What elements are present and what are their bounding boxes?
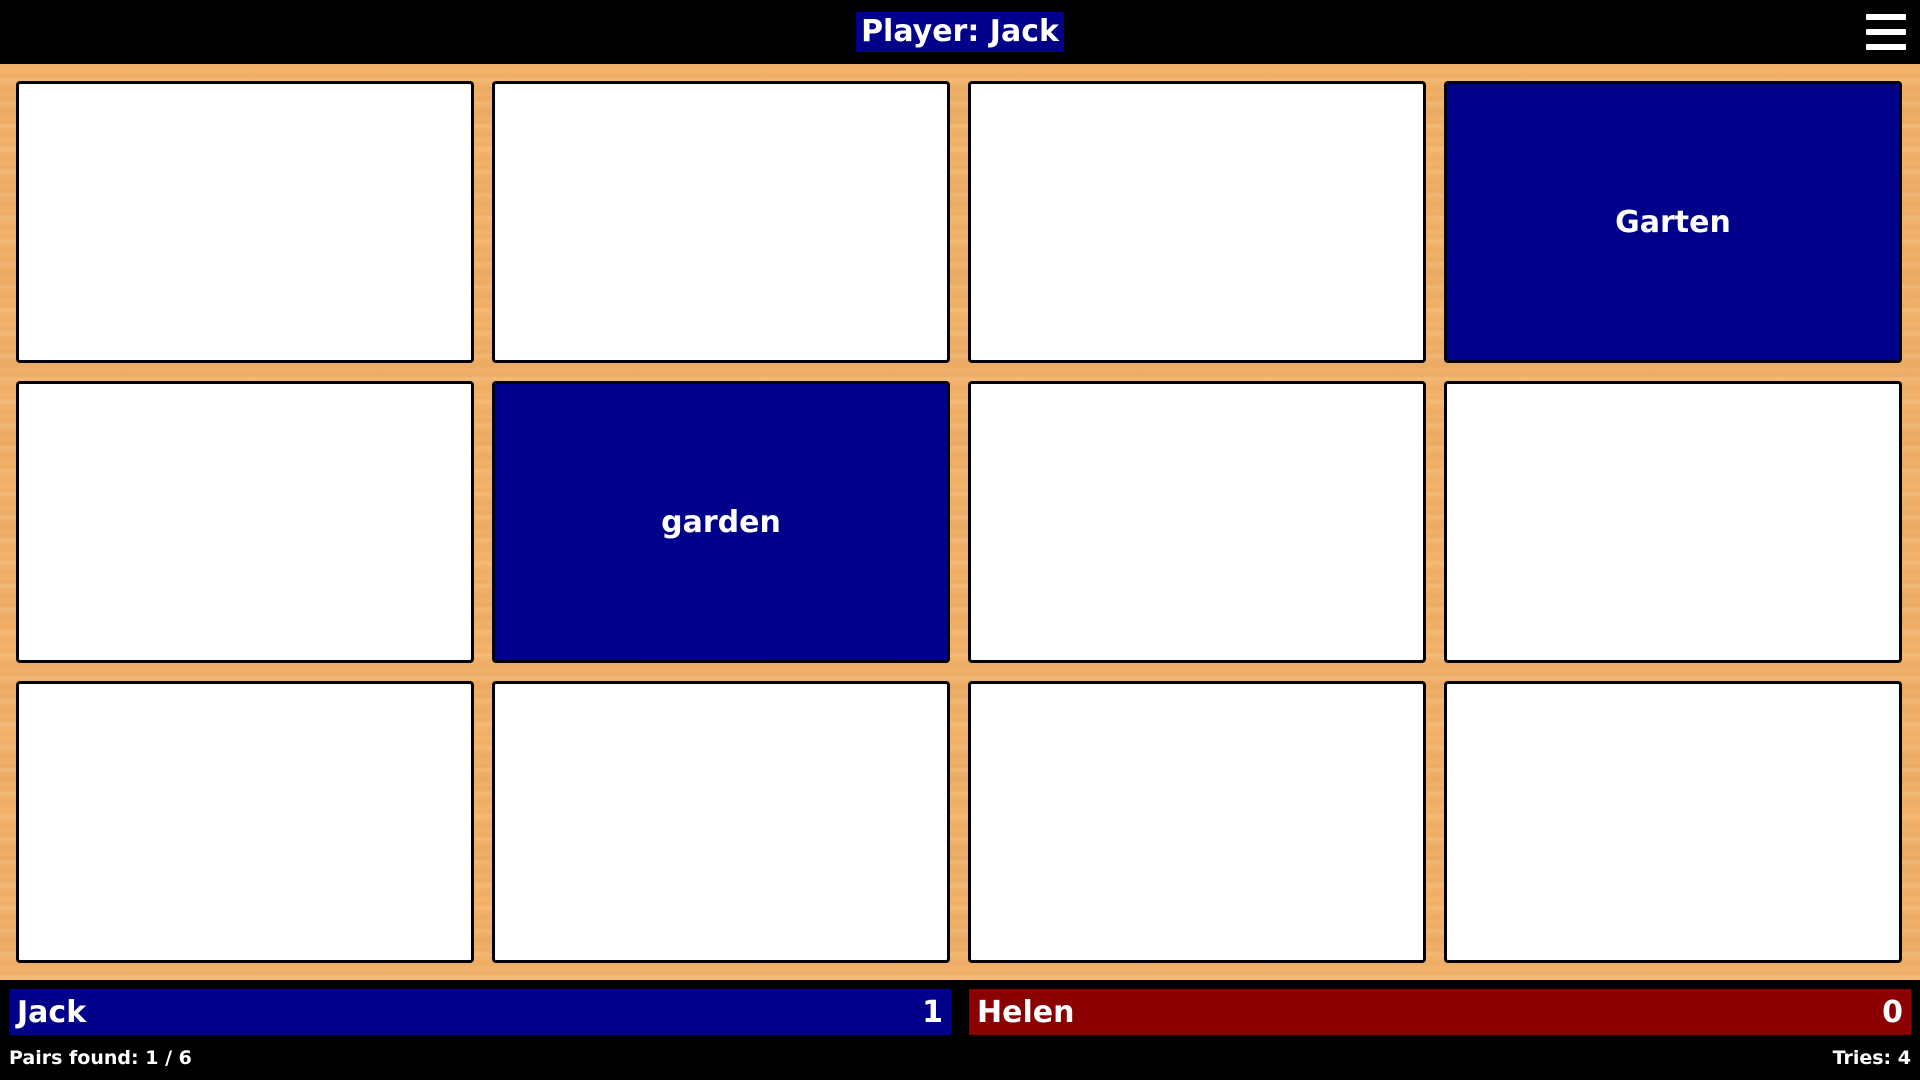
player1-name: Jack — [17, 994, 87, 1030]
memory-card[interactable] — [16, 681, 474, 963]
player2-name: Helen — [977, 994, 1075, 1030]
current-player-title: Player: Jack — [856, 12, 1064, 52]
card-text: Garten — [1615, 204, 1731, 240]
memory-card[interactable] — [968, 381, 1426, 663]
memory-card[interactable]: Garten — [1444, 81, 1902, 363]
memory-card[interactable] — [16, 381, 474, 663]
player1-score-bar: Jack 1 — [9, 989, 951, 1035]
memory-card[interactable] — [492, 681, 950, 963]
menu-line — [1866, 44, 1906, 50]
memory-card[interactable] — [16, 81, 474, 363]
memory-card[interactable] — [968, 81, 1426, 363]
menu-line — [1866, 14, 1906, 20]
memory-card[interactable] — [1444, 681, 1902, 963]
tries-status: Tries: 4 — [1832, 1047, 1911, 1069]
memory-card[interactable] — [1444, 381, 1902, 663]
memory-card[interactable] — [492, 81, 950, 363]
pairs-found-status: Pairs found: 1 / 6 — [9, 1047, 192, 1069]
memory-game-app: Player: Jack Garten garden Jack 1 Helen … — [0, 0, 1920, 1080]
memory-card[interactable] — [968, 681, 1426, 963]
hamburger-menu-icon[interactable] — [1866, 12, 1906, 52]
player1-score: 1 — [922, 994, 943, 1030]
player2-score-bar: Helen 0 — [969, 989, 1911, 1035]
memory-card[interactable]: garden — [492, 381, 950, 663]
card-text: garden — [661, 504, 781, 540]
player2-score: 0 — [1882, 994, 1903, 1030]
menu-line — [1866, 29, 1906, 35]
game-board: Garten garden — [0, 64, 1920, 980]
top-bar: Player: Jack — [0, 0, 1920, 64]
